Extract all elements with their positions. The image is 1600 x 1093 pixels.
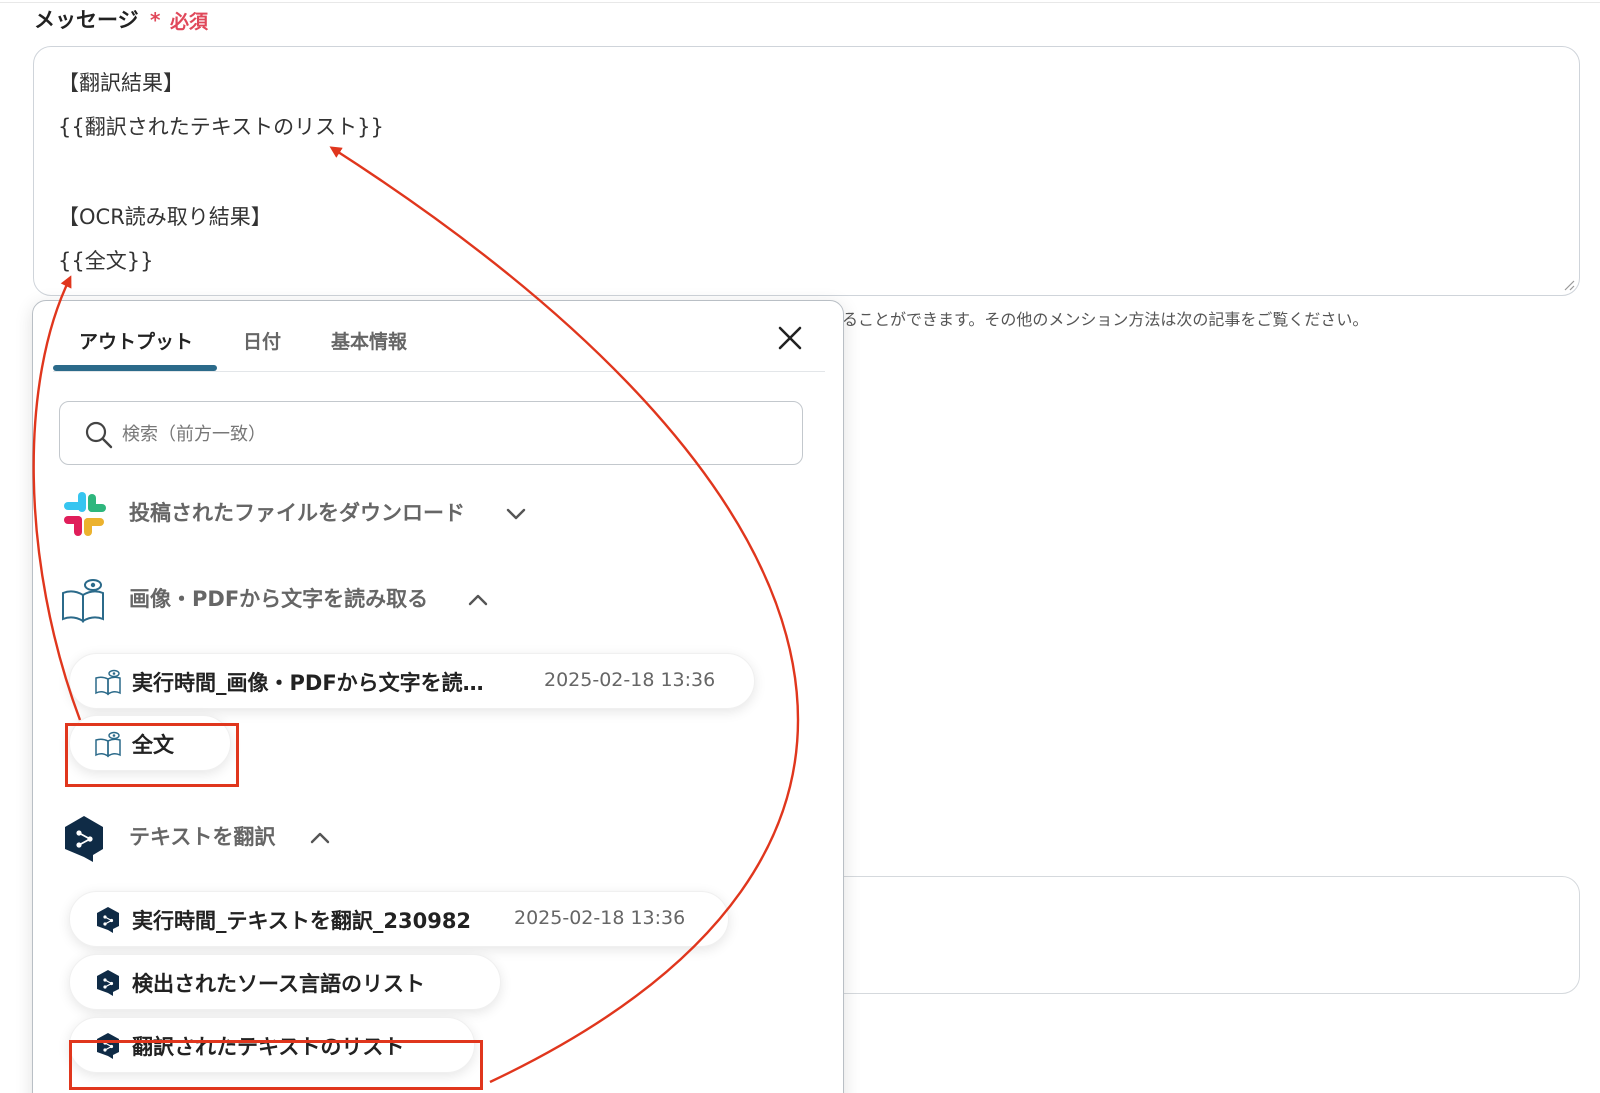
tab-divider [53, 371, 825, 372]
close-icon[interactable] [773, 321, 807, 355]
deepl-icon [65, 816, 103, 862]
resize-handle-icon[interactable] [1563, 279, 1575, 291]
slack-icon [64, 492, 106, 536]
search-icon [85, 421, 113, 449]
deepl-icon [97, 1033, 119, 1059]
search-field[interactable] [59, 401, 803, 465]
output-item-ocr-time[interactable]: 実行時間_画像・PDFから文字を読… 2025-02-18 13:36 [69, 653, 755, 709]
chevron-up-icon[interactable] [467, 593, 489, 607]
section-title: 画像・PDFから文字を読み取る [129, 587, 429, 611]
chevron-down-icon[interactable] [505, 507, 527, 521]
section-ocr[interactable]: 画像・PDFから文字を読み取る [59, 571, 659, 631]
output-item-source-languages[interactable]: 検出されたソース言語のリスト [69, 954, 501, 1010]
message-textarea[interactable]: 【翻訳結果】 {{翻訳されたテキストのリスト}} 【OCR読み取り結果】 {{全… [33, 46, 1580, 296]
required-label: 必須 [170, 11, 209, 33]
deepl-icon [97, 907, 119, 933]
output-item-translated-texts[interactable]: 翻訳されたテキストのリスト [69, 1017, 475, 1073]
output-item-label: 全文 [132, 733, 174, 757]
ocr-book-icon [62, 579, 104, 623]
output-item-time: 2025-02-18 13:36 [544, 669, 716, 691]
output-picker-popup: アウトプット 日付 基本情報 投稿されたファイルをダウンロード [32, 300, 844, 1093]
message-line: {{翻訳されたテキストのリスト}} [58, 115, 384, 139]
search-input[interactable] [122, 418, 762, 450]
output-item-label: 実行時間_テキストを翻訳_230982 [132, 909, 472, 933]
message-line: {{全文}} [58, 249, 154, 273]
output-item-label: 検出されたソース言語のリスト [132, 972, 425, 996]
section-title: テキストを翻訳 [129, 825, 276, 849]
section-translate[interactable]: テキストを翻訳 [59, 809, 659, 869]
tab-output[interactable]: アウトプット [79, 327, 193, 354]
tab-basic-info[interactable]: 基本情報 [331, 327, 407, 354]
output-item-label: 翻訳されたテキストのリスト [132, 1035, 405, 1059]
background-input-field[interactable] [790, 876, 1580, 994]
ocr-book-icon [95, 731, 121, 758]
top-divider [0, 2, 1600, 3]
message-line: 【翻訳結果】 [58, 71, 184, 95]
tab-date[interactable]: 日付 [243, 327, 281, 354]
output-item-label: 実行時間_画像・PDFから文字を読… [132, 671, 484, 695]
section-title: 投稿されたファイルをダウンロード [129, 501, 465, 525]
section-download-file[interactable]: 投稿されたファイルをダウンロード [59, 485, 659, 545]
output-item-fulltext[interactable]: 全文 [69, 715, 231, 771]
message-field-label: メッセージ [34, 8, 139, 32]
message-line: 【OCR読み取り結果】 [58, 205, 272, 229]
required-mark: * [150, 8, 161, 32]
mention-help-text: ることができます。その他のメンション方法は次の記事をご覧ください。 [842, 310, 1369, 329]
ocr-book-icon [95, 669, 121, 696]
deepl-icon [97, 970, 119, 996]
output-item-time: 2025-02-18 13:36 [514, 907, 686, 929]
chevron-up-icon[interactable] [309, 831, 331, 845]
output-item-translate-time[interactable]: 実行時間_テキストを翻訳_230982 2025-02-18 13:36 [69, 891, 729, 947]
